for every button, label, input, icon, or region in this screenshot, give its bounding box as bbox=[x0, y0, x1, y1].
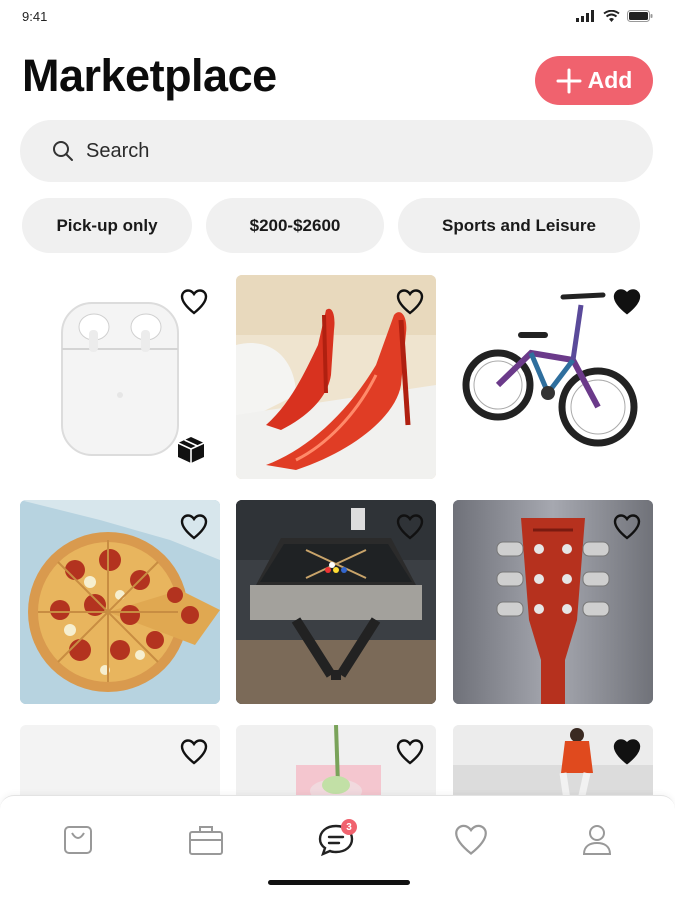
favorite-heart-icon[interactable] bbox=[613, 289, 641, 315]
signal-icon bbox=[576, 10, 594, 22]
page-title: Marketplace bbox=[22, 50, 277, 101]
status-icons bbox=[576, 10, 653, 22]
nav-item-profile[interactable] bbox=[575, 818, 619, 862]
shipping-box-icon bbox=[176, 435, 206, 465]
shopping-bag-icon bbox=[64, 826, 92, 854]
nav-item-shop[interactable] bbox=[56, 818, 100, 862]
favorite-heart-icon[interactable] bbox=[613, 739, 641, 765]
chat-badge: 3 bbox=[341, 819, 357, 835]
favorite-heart-icon[interactable] bbox=[396, 739, 424, 765]
nav-item-messages[interactable]: 3 bbox=[314, 818, 358, 862]
profile-icon bbox=[582, 825, 612, 855]
search-icon bbox=[53, 141, 73, 161]
filter-chip-price[interactable]: $200-$2600 bbox=[206, 198, 384, 253]
filter-chip-category[interactable]: Sports and Leisure bbox=[398, 198, 640, 253]
battery-icon bbox=[627, 10, 653, 22]
favorite-heart-icon[interactable] bbox=[180, 514, 208, 540]
status-bar: 9:41 bbox=[0, 0, 675, 34]
search-placeholder: Search bbox=[86, 139, 150, 162]
add-button-label: Add bbox=[587, 67, 633, 93]
search-input[interactable]: Search bbox=[20, 120, 653, 182]
favorite-heart-icon[interactable] bbox=[180, 289, 208, 315]
listing-tile-pizza[interactable] bbox=[20, 500, 220, 704]
favorite-heart-icon[interactable] bbox=[180, 739, 208, 765]
nav-item-selling[interactable] bbox=[184, 818, 228, 862]
filter-chip-pickup[interactable]: Pick-up only bbox=[22, 198, 192, 253]
wifi-icon bbox=[603, 10, 620, 22]
plus-icon bbox=[556, 68, 582, 94]
nav-item-favorites[interactable] bbox=[449, 818, 493, 862]
home-indicator bbox=[268, 880, 410, 885]
briefcase-icon bbox=[189, 826, 223, 855]
favorite-heart-icon[interactable] bbox=[396, 289, 424, 315]
listing-tile-bike[interactable] bbox=[453, 275, 653, 479]
favorite-heart-icon[interactable] bbox=[396, 514, 424, 540]
status-time: 9:41 bbox=[22, 9, 48, 24]
add-button[interactable]: Add bbox=[535, 56, 653, 105]
favorite-heart-icon[interactable] bbox=[613, 514, 641, 540]
listing-tile-guitar[interactable] bbox=[453, 500, 653, 704]
listing-tile-airpods[interactable] bbox=[20, 275, 220, 479]
listing-tile-pool-table[interactable] bbox=[236, 500, 436, 704]
listing-tile-heels[interactable] bbox=[236, 275, 436, 479]
heart-icon bbox=[455, 824, 487, 855]
